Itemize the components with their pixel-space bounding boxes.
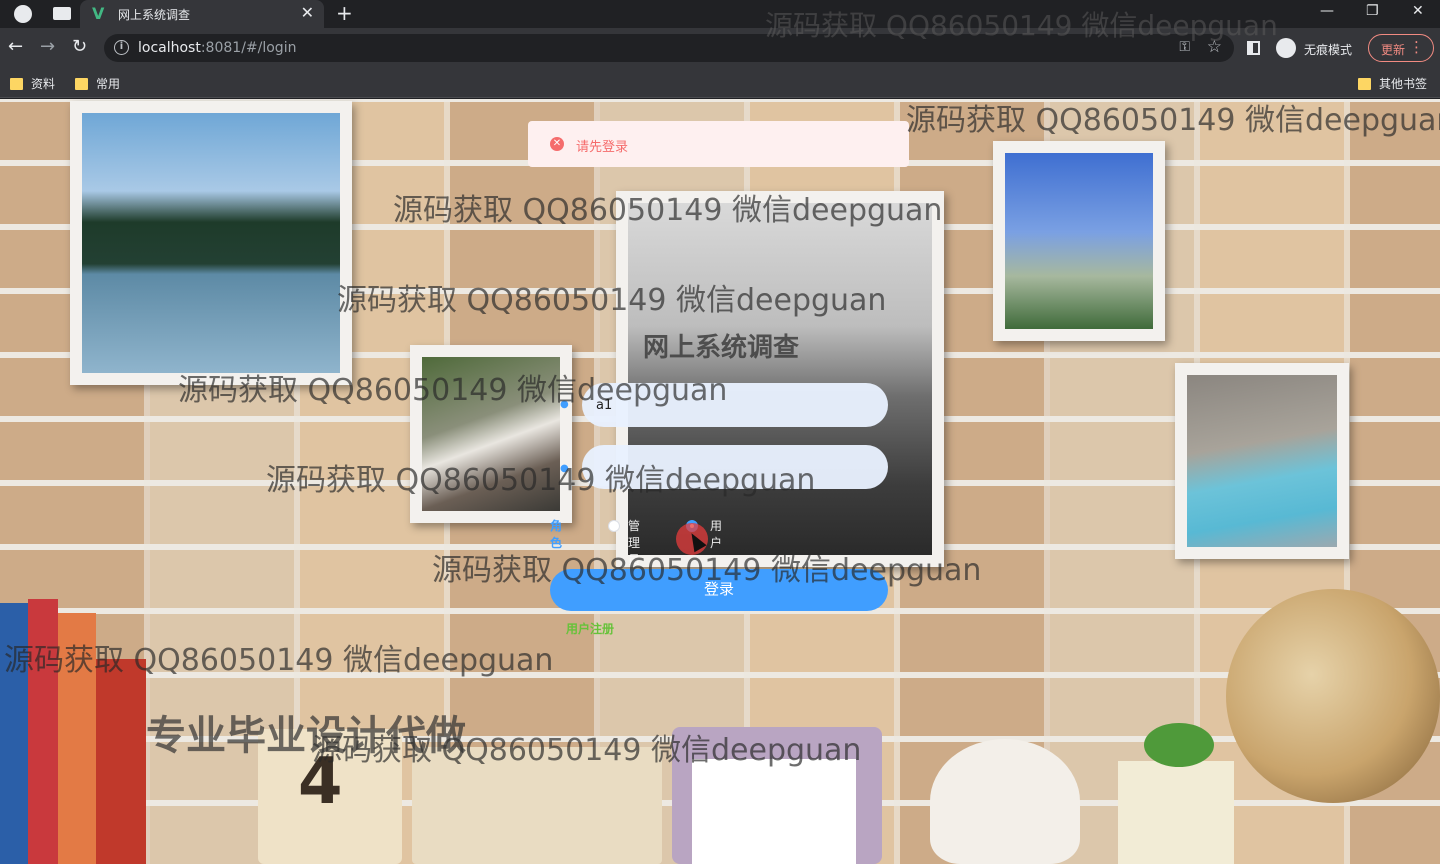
lake-photo bbox=[82, 113, 340, 373]
incognito-label: 无痕模式 bbox=[1304, 43, 1353, 57]
restore-icon[interactable]: ❐ bbox=[1366, 3, 1379, 19]
close-window-icon[interactable]: ✕ bbox=[1412, 3, 1424, 19]
tab-close-icon[interactable]: ✕ bbox=[301, 3, 314, 22]
watermark-text: 源码获取 QQ86050149 微信deepguan bbox=[266, 463, 816, 498]
back-icon[interactable]: ← bbox=[8, 36, 23, 57]
vue-logo-icon: V bbox=[92, 4, 105, 23]
watermark-text: 源码获取 QQ86050149 微信deepguan bbox=[337, 283, 887, 318]
watermark-text: 源码获取 QQ86050149 微信deepguan bbox=[393, 193, 943, 228]
update-label: 更新 bbox=[1381, 43, 1406, 57]
folder-icon bbox=[75, 78, 88, 90]
browser-menu-icon[interactable] bbox=[14, 5, 32, 23]
role-radio-admin[interactable] bbox=[608, 520, 620, 532]
form-title: 网上系统调查 bbox=[642, 333, 799, 363]
watermark-text: 源码获取 QQ86050149 微信deepguan bbox=[906, 103, 1440, 138]
toast-message: 请先登录 bbox=[576, 140, 629, 155]
forward-icon[interactable]: → bbox=[40, 36, 55, 57]
error-toast: ✕ 请先登录 bbox=[528, 121, 909, 167]
photo-frame-lake bbox=[70, 101, 352, 385]
bookmarks-bar: 资料 常用 其他书签 bbox=[0, 68, 1440, 98]
photo-frame-monument bbox=[993, 141, 1165, 341]
folder-icon bbox=[1358, 78, 1371, 90]
bookmark-folder-1[interactable]: 常用 bbox=[75, 75, 120, 92]
watermark-text: 源码获取 QQ86050149 微信deepguan bbox=[432, 553, 982, 588]
watermark-text: 源码获取 QQ86050149 微信deepguan bbox=[4, 643, 554, 678]
minimize-icon[interactable]: — bbox=[1320, 3, 1334, 19]
site-info-icon[interactable]: i bbox=[114, 40, 129, 55]
reload-icon[interactable]: ↻ bbox=[72, 36, 87, 57]
login-page: 4 ✕ 请先登录 网上系统调查 ● ● 角色 管理员 用户 登录 用户注册 源码… bbox=[0, 99, 1440, 864]
more-menu-icon[interactable]: ⋮ bbox=[1409, 38, 1424, 56]
baby-beach-photo bbox=[1187, 375, 1337, 547]
new-tab-icon[interactable]: + bbox=[336, 1, 353, 25]
teddy-bear-decoration bbox=[930, 739, 1080, 864]
tab-title: 网上系统调查 bbox=[118, 8, 191, 22]
update-button[interactable]: 更新 ⋮ bbox=[1368, 34, 1434, 62]
folder-icon bbox=[10, 78, 23, 90]
url-text: localhost:8081/#/login bbox=[138, 40, 297, 56]
monument-photo bbox=[1005, 153, 1153, 329]
globe-decoration bbox=[1226, 589, 1440, 803]
bookmark-folder-0[interactable]: 资料 bbox=[10, 75, 55, 92]
photo-frame-baby bbox=[1175, 363, 1349, 559]
plant-pot-decoration bbox=[1118, 723, 1234, 864]
watermark-text: 源码获取 QQ86050149 微信deepguan bbox=[765, 9, 1278, 42]
incognito-icon bbox=[1276, 38, 1296, 58]
tab-search-icon[interactable] bbox=[53, 7, 71, 20]
error-icon: ✕ bbox=[550, 137, 564, 151]
promo-text: 专业毕业设计代做 bbox=[146, 713, 466, 759]
browser-tab[interactable]: V 网上系统调查 ✕ bbox=[80, 0, 324, 28]
register-link[interactable]: 用户注册 bbox=[566, 620, 614, 637]
watermark-text: 源码获取 QQ86050149 微信deepguan bbox=[178, 373, 728, 408]
other-bookmarks[interactable]: 其他书签 bbox=[1358, 75, 1427, 92]
